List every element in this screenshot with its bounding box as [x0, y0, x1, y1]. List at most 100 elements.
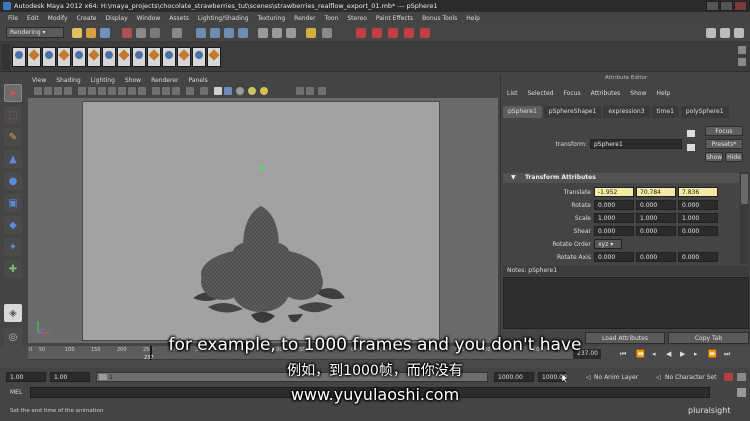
history-icon[interactable] [258, 28, 268, 38]
transform-name-field[interactable]: pSphere1 [590, 139, 682, 149]
menu-display[interactable]: Display [106, 15, 128, 22]
rotate-axis-x-field[interactable]: 0.000 [594, 252, 634, 262]
hide-button[interactable]: Hide [725, 152, 743, 162]
render-globals-icon[interactable] [388, 28, 398, 38]
vp-menu-view[interactable]: View [32, 77, 46, 84]
universal-manipulator-icon[interactable]: ◆ [4, 216, 22, 234]
tab-expression3[interactable]: expression3 [603, 106, 650, 118]
shelf-field-icon[interactable] [162, 47, 176, 67]
shelf-plane-icon[interactable] [72, 47, 86, 67]
menu-toon[interactable]: Toon [325, 15, 339, 22]
bookmark-icon[interactable] [54, 87, 62, 95]
translate-z-field[interactable]: 7.836 [678, 187, 718, 197]
rotate-x-field[interactable]: 0.000 [594, 200, 634, 210]
snap-grid-icon[interactable] [196, 28, 206, 38]
menu-lighting-shading[interactable]: Lighting/Shading [198, 15, 249, 22]
presets-button[interactable]: Presets* [705, 139, 743, 149]
shelf-export-icon[interactable] [207, 47, 221, 67]
single-view-layout-icon[interactable]: ◈ [4, 304, 22, 322]
scale-z-field[interactable]: 1.000 [678, 213, 718, 223]
menu-texturing[interactable]: Texturing [257, 15, 285, 22]
save-scene-icon[interactable] [100, 28, 110, 38]
render-frame-icon[interactable] [356, 28, 366, 38]
channel-box-icon[interactable] [720, 28, 730, 38]
textured-icon[interactable] [224, 87, 232, 95]
vp-menu-renderer[interactable]: Renderer [151, 77, 178, 84]
scale-tool-icon[interactable]: ▣ [4, 194, 22, 212]
ae-menu-help[interactable]: Help [656, 90, 670, 97]
translate-x-field[interactable]: -1.952 [594, 187, 634, 197]
scale-x-field[interactable]: 1.000 [594, 213, 634, 223]
resolution-icon[interactable] [296, 87, 304, 95]
new-scene-icon[interactable] [72, 28, 82, 38]
shear-x-field[interactable]: 0.000 [594, 226, 634, 236]
maximize-button[interactable] [720, 1, 733, 11]
shelf-emitter-icon[interactable] [147, 47, 161, 67]
snap-curve-icon[interactable] [210, 28, 220, 38]
motion-blur-icon[interactable] [318, 87, 326, 95]
rotate-order-select[interactable]: xyz ▾ [594, 239, 622, 249]
shelf-torus-icon[interactable] [87, 47, 101, 67]
wireframe-icon[interactable] [152, 87, 160, 95]
minimize-button[interactable] [706, 1, 719, 11]
flat-shade-icon[interactable] [172, 87, 180, 95]
vp-menu-shading[interactable]: Shading [56, 77, 80, 84]
safe-action-icon[interactable] [128, 87, 136, 95]
menu-bonus-tools[interactable]: Bonus Tools [422, 15, 457, 22]
ae-scrollbar-thumb[interactable] [741, 174, 748, 204]
smooth-shade-icon[interactable] [162, 87, 170, 95]
shelf-fluid-icon[interactable] [132, 47, 146, 67]
isolate-icon[interactable] [214, 87, 222, 95]
menu-edit[interactable]: Edit [27, 15, 39, 22]
shear-z-field[interactable]: 0.000 [678, 226, 718, 236]
gate-mask-icon[interactable] [108, 87, 116, 95]
transform-attributes-section[interactable]: ▼ Transform Attributes [503, 173, 739, 183]
menu-help[interactable]: Help [466, 15, 480, 22]
shelf-mel-icon[interactable] [192, 47, 206, 67]
open-scene-icon[interactable] [86, 28, 96, 38]
soft-mod-icon[interactable]: ✦ [4, 238, 22, 256]
all-lights-icon[interactable] [248, 87, 256, 95]
menu-window[interactable]: Window [137, 15, 161, 22]
snap-point-icon[interactable] [224, 28, 234, 38]
lasso-tool-icon[interactable]: ⬚ [4, 106, 22, 124]
show-panel-icon[interactable] [706, 28, 716, 38]
ae-menu-attributes[interactable]: Attributes [591, 90, 621, 97]
move-tool-icon[interactable]: ▲ [4, 150, 22, 168]
notes-textarea[interactable] [503, 277, 749, 329]
resolution-gate-icon[interactable] [98, 87, 106, 95]
menu-set-select[interactable]: Rendering ▾ [6, 27, 64, 38]
menu-create[interactable]: Create [77, 15, 97, 22]
grid-icon[interactable] [78, 87, 86, 95]
menu-paint-effects[interactable]: Paint Effects [376, 15, 413, 22]
ae-menu-focus[interactable]: Focus [564, 90, 581, 97]
default-light-icon[interactable] [236, 87, 244, 95]
go-to-output-icon[interactable] [687, 144, 695, 151]
vp-menu-show[interactable]: Show [125, 77, 141, 84]
rotate-y-field[interactable]: 0.000 [636, 200, 676, 210]
ae-menu-list[interactable]: List [507, 90, 518, 97]
tab-time1[interactable]: time1 [651, 106, 679, 118]
ae-scrollbar[interactable] [740, 172, 749, 264]
safe-title-icon[interactable] [138, 87, 146, 95]
shadows-icon[interactable] [260, 87, 268, 95]
show-button[interactable]: Show [705, 152, 723, 162]
shelf-cube-icon[interactable] [27, 47, 41, 67]
camera-attributes-icon[interactable] [44, 87, 52, 95]
inputs-icon[interactable] [272, 28, 282, 38]
hypershade-icon[interactable] [404, 28, 414, 38]
ae-menu-show[interactable]: Show [630, 90, 646, 97]
field-chart-icon[interactable] [118, 87, 126, 95]
focus-button[interactable]: Focus [705, 126, 743, 136]
shelf-light-icon[interactable] [102, 47, 116, 67]
scale-y-field[interactable]: 1.000 [636, 213, 676, 223]
construction-history-icon[interactable] [306, 28, 316, 38]
shelf-sphere-icon[interactable] [12, 47, 26, 67]
ipr-render-icon[interactable] [372, 28, 382, 38]
shelf-script-icon[interactable] [177, 47, 191, 67]
tab-polysphere1[interactable]: polySphere1 [680, 106, 729, 118]
paint-select-icon[interactable]: ✎ [4, 128, 22, 146]
wireframe-on-shaded-icon[interactable] [186, 87, 194, 95]
outputs-icon[interactable] [286, 28, 296, 38]
render-view-icon[interactable] [420, 28, 430, 38]
